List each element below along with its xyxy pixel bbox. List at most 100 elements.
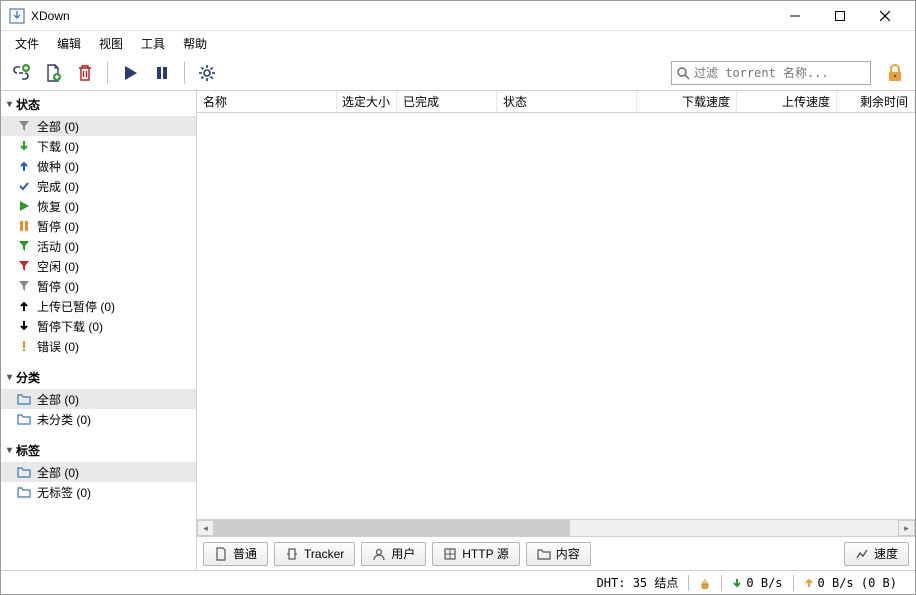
status-dht[interactable]: DHT: 35 结点 [587,574,689,591]
sidebar-item-tag-untagged[interactable]: 无标签 (0) [1,482,196,502]
sidebar-group-tag[interactable]: ▾ 标签 [1,439,196,462]
play-icon [17,199,31,213]
sidebar-item-label: 暂停 (0) [37,278,79,295]
column-status[interactable]: 状态 [497,91,637,112]
tab-http[interactable]: HTTP 源 [432,542,519,566]
scroll-track[interactable] [214,520,898,536]
sidebar-item-label: 上传已暂停 (0) [37,298,115,315]
sidebar-item-label: 错误 (0) [37,338,79,355]
toolbar-separator [184,62,185,84]
error-icon [17,339,31,353]
sidebar-item-seeding[interactable]: 做种 (0) [1,156,196,176]
folder-icon [17,392,31,406]
settings-button[interactable] [193,59,221,87]
menu-help[interactable]: 帮助 [175,33,215,54]
sidebar-item-completed[interactable]: 完成 (0) [1,176,196,196]
sidebar-item-active[interactable]: 活动 (0) [1,236,196,256]
sidebar-item-label: 全部 (0) [37,464,79,481]
sidebar-item-tag-all[interactable]: 全部 (0) [1,462,196,482]
plug-icon [699,577,711,589]
sidebar-group-category[interactable]: ▾ 分类 [1,366,196,389]
window-title: XDown [31,9,70,23]
download-speed-value: 0 B/s [746,576,782,590]
scroll-left-arrow[interactable]: ◂ [197,520,214,536]
sidebar-group-status[interactable]: ▾ 状态 [1,93,196,116]
down-arrow-icon [17,319,31,333]
table-body[interactable] [197,113,915,519]
sidebar-item-stalled-downloading[interactable]: 暂停下载 (0) [1,316,196,336]
horizontal-scrollbar[interactable]: ◂ ▸ [197,519,915,536]
lock-button[interactable] [881,59,909,87]
sidebar-item-label: 暂停 (0) [37,218,79,235]
sidebar-item-label: 无标签 (0) [37,484,91,501]
sidebar-item-all[interactable]: 全部 (0) [1,116,196,136]
chevron-down-icon: ▾ [7,445,12,456]
delete-button[interactable] [71,59,99,87]
app-icon [9,8,25,24]
filter-icon [17,239,31,253]
sidebar-item-category-all[interactable]: 全部 (0) [1,389,196,409]
search-box[interactable] [671,61,871,85]
status-upload-speed[interactable]: 0 B/s (0 B) [794,576,907,590]
pause-button[interactable] [148,59,176,87]
sidebar-item-stalled[interactable]: 暂停 (0) [1,276,196,296]
tab-user[interactable]: 用户 [361,542,426,566]
menu-view[interactable]: 视图 [91,33,131,54]
menu-tools[interactable]: 工具 [133,33,173,54]
scroll-thumb[interactable] [214,520,570,536]
tab-speed[interactable]: 速度 [844,542,909,566]
column-up-speed[interactable]: 上传速度 [737,91,837,112]
scroll-right-arrow[interactable]: ▸ [898,520,915,536]
sidebar-item-resumed[interactable]: 恢复 (0) [1,196,196,216]
sidebar-item-paused[interactable]: 暂停 (0) [1,216,196,236]
tab-general[interactable]: 普通 [203,542,268,566]
dht-label: DHT: 35 结点 [597,574,679,591]
sidebar-item-stalled-uploading[interactable]: 上传已暂停 (0) [1,296,196,316]
sidebar-item-downloading[interactable]: 下载 (0) [1,136,196,156]
tab-label: 普通 [233,545,257,562]
sidebar-item-label: 空闲 (0) [37,258,79,275]
sidebar-item-errored[interactable]: 错误 (0) [1,336,196,356]
add-torrent-button[interactable] [39,59,67,87]
http-icon [443,547,457,561]
user-icon [372,547,386,561]
maximize-button[interactable] [817,1,862,31]
folder-icon [17,412,31,426]
table-header: 名称 选定大小 已完成 状态 下载速度 上传速度 剩余时间 [197,91,915,113]
up-arrow-icon [17,299,31,313]
tab-tracker[interactable]: Tracker [274,542,355,566]
toolbar [1,55,915,91]
column-down-speed[interactable]: 下载速度 [637,91,737,112]
tab-label: 用户 [391,545,415,562]
close-button[interactable] [862,1,907,31]
column-size[interactable]: 选定大小 [337,91,397,112]
start-button[interactable] [116,59,144,87]
toolbar-separator [107,62,108,84]
statusbar: DHT: 35 结点 0 B/s 0 B/s (0 B) [1,570,915,594]
sidebar-item-inactive[interactable]: 空闲 (0) [1,256,196,276]
status-firewall[interactable] [689,577,721,589]
main-area: ▾ 状态 全部 (0) 下载 (0) 做种 (0) 完成 (0) 恢复 (0) … [1,91,915,570]
download-icon [732,578,742,588]
chevron-down-icon: ▾ [7,372,12,383]
tab-content[interactable]: 内容 [526,542,591,566]
column-done[interactable]: 已完成 [397,91,497,112]
tab-label: HTTP 源 [462,545,508,562]
sidebar-item-label: 下载 (0) [37,138,79,155]
folder-icon [17,465,31,479]
content-area: 名称 选定大小 已完成 状态 下载速度 上传速度 剩余时间 ◂ ▸ 普通 Tra… [197,91,915,570]
status-download-speed[interactable]: 0 B/s [722,576,792,590]
add-link-button[interactable] [7,59,35,87]
download-icon [17,139,31,153]
filter-icon [17,259,31,273]
menu-file[interactable]: 文件 [7,33,47,54]
column-name[interactable]: 名称 [197,91,337,112]
group-label: 标签 [16,442,40,459]
menu-edit[interactable]: 编辑 [49,33,89,54]
pause-icon [17,219,31,233]
document-icon [214,547,228,561]
sidebar-item-category-uncategorized[interactable]: 未分类 (0) [1,409,196,429]
search-input[interactable] [694,66,866,80]
minimize-button[interactable] [772,1,817,31]
column-eta[interactable]: 剩余时间 [837,91,915,112]
